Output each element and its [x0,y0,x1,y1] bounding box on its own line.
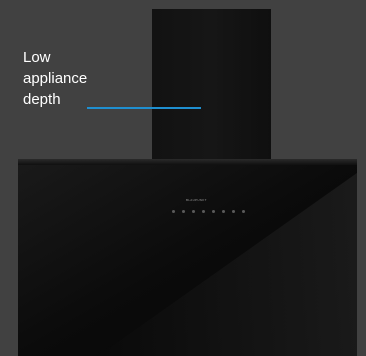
chimney-cover [152,9,271,165]
annotation-line-1: Low [23,49,51,66]
control-button [202,210,205,213]
hood-top-edge [18,159,357,165]
depth-annotation: Low appliance depth [23,47,87,110]
annotation-line-2: appliance [23,70,88,87]
brand-logo: BLAUPUNKT [186,198,207,202]
control-button [182,210,185,213]
control-button [232,210,235,213]
control-button [192,210,195,213]
control-button [222,210,225,213]
hood-glass-panel [18,159,357,356]
annotation-pointer-line [87,107,201,109]
glass-reflection [18,159,357,356]
product-image: BLAUPUNKT Low appliance depth [0,0,366,356]
control-button [212,210,215,213]
control-button [172,210,175,213]
annotation-line-3: depth [23,91,61,108]
control-button [242,210,245,213]
